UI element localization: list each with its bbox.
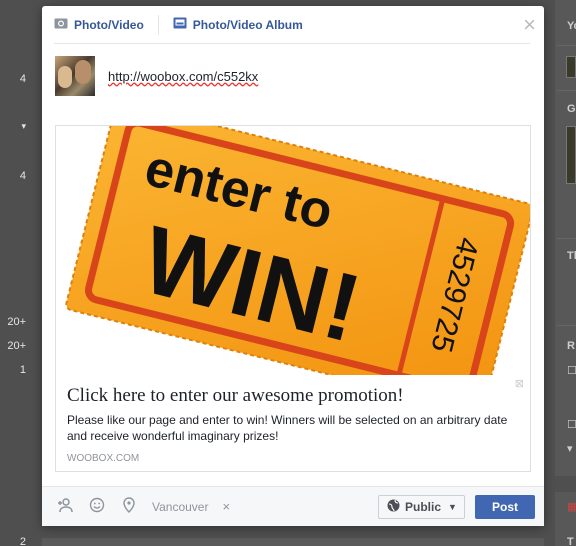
background-heading: G	[567, 103, 576, 115]
background-caret-icon: ▾	[567, 443, 573, 455]
background-caret-icon: ▾	[21, 121, 26, 131]
background-heading: T	[567, 536, 574, 546]
link-preview-domain: WOOBOX.COM	[67, 453, 140, 464]
background-edit-icon: ☐	[567, 365, 576, 377]
link-preview-image: enter to WIN! 4529725	[56, 126, 530, 375]
enter-to-win-ticket: enter to WIN! 4529725	[65, 126, 530, 375]
background-thumbnail	[566, 56, 576, 78]
background-thumbnail	[566, 126, 576, 184]
divider	[557, 325, 576, 326]
background-calendar-icon: ▦	[567, 501, 576, 513]
composer-tabs: Photo/Video Photo/Video Album	[54, 6, 530, 44]
tab-photo-video-album[interactable]: Photo/Video Album	[159, 17, 303, 32]
background-count: 20+	[7, 316, 26, 328]
tab-label: Photo/Video Album	[192, 17, 303, 32]
link-preview-description: Please like our page and enter to win! W…	[67, 413, 508, 443]
background-heading: Yo	[567, 20, 576, 32]
remove-location-icon[interactable]: ×	[222, 499, 230, 514]
background-heading: Th	[567, 250, 576, 262]
privacy-label: Public	[405, 500, 442, 514]
link-preview-card[interactable]: enter to WIN! 4529725 ⊠ Click here to en…	[55, 125, 531, 472]
link-preview-title[interactable]: Click here to enter our awesome promotio…	[67, 385, 519, 407]
tab-photo-video[interactable]: Photo/Video	[54, 14, 159, 35]
composer-footer: Vancouver × Public ▼ Post	[42, 486, 544, 526]
feeling-icon[interactable]	[88, 497, 106, 517]
composer: http://woobox.com/c552kx	[55, 56, 258, 96]
post-text-input[interactable]: http://woobox.com/c552kx	[108, 69, 258, 84]
chevron-down-icon: ▼	[448, 502, 457, 512]
remove-preview-icon[interactable]: ⊠	[515, 377, 524, 390]
background-heading: R	[567, 340, 575, 352]
globe-icon	[387, 499, 400, 515]
background-edit-icon: ☐	[567, 419, 576, 431]
album-icon	[173, 17, 187, 32]
tag-friends-icon[interactable]	[56, 497, 74, 517]
divider	[557, 45, 576, 46]
divider	[557, 238, 576, 239]
tab-label: Photo/Video	[74, 17, 144, 32]
share-dialog: Photo/Video Photo/Video Album × http://w…	[42, 6, 544, 526]
location-label: Vancouver	[152, 499, 209, 514]
privacy-selector[interactable]: Public ▼	[378, 495, 465, 519]
background-count: 20+	[7, 340, 26, 352]
background-count: 1	[19, 364, 26, 376]
background-count: 2	[19, 536, 26, 546]
post-button[interactable]: Post	[475, 495, 535, 519]
avatar	[55, 56, 95, 96]
location-pin-icon[interactable]	[120, 496, 138, 517]
background-count: 4	[19, 73, 26, 85]
background-count: 4	[19, 170, 26, 182]
divider	[557, 90, 576, 91]
camera-icon	[54, 17, 68, 32]
background-post-card	[42, 538, 544, 546]
close-icon[interactable]: ×	[523, 14, 536, 36]
